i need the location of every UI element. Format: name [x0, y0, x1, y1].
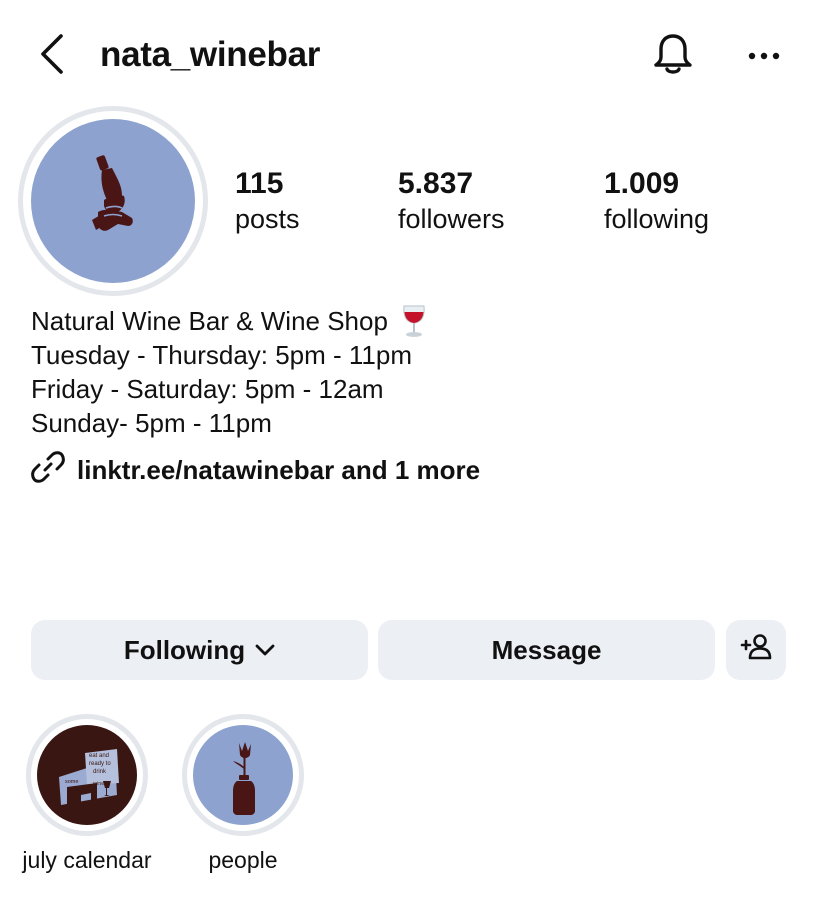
bio-line: Friday - Saturday: 5pm - 12am [31, 374, 384, 404]
following-stat[interactable]: 1.009 following [604, 166, 709, 236]
back-button[interactable] [28, 30, 76, 82]
link-icon [31, 450, 65, 489]
poster-text: ready to [89, 761, 111, 767]
chevron-left-icon [39, 33, 65, 79]
highlight-cover: eat and ready to drink some wine [37, 725, 137, 825]
following-count: 1.009 [604, 167, 680, 200]
add-person-icon [740, 633, 772, 668]
followers-stat[interactable]: 5.837 followers [398, 166, 505, 236]
profile-username: nata_winebar [100, 35, 321, 74]
suggested-people-button[interactable] [726, 620, 786, 680]
followers-count: 5.837 [398, 167, 474, 200]
bio-line: Natural Wine Bar & Wine Shop [31, 306, 388, 336]
profile-bio: Natural Wine Bar & Wine Shop Tuesday - T… [31, 304, 428, 440]
message-button-label: Message [491, 634, 602, 665]
highlight-label: people [208, 847, 278, 873]
following-label: following [604, 204, 710, 234]
bell-icon [653, 32, 693, 81]
posts-stat[interactable]: 115 posts [235, 166, 300, 236]
following-button[interactable]: Following [31, 620, 368, 680]
highlight-ring [182, 714, 304, 836]
chevron-down-icon [255, 643, 275, 657]
more-horizontal-icon [748, 47, 780, 65]
bio-link-text: linktr.ee/natawinebar and 1 more [77, 454, 481, 485]
message-button[interactable]: Message [378, 620, 715, 680]
following-button-label: Following [123, 634, 246, 665]
bio-line: Sunday- 5pm - 11pm [31, 408, 272, 438]
more-options-button[interactable] [738, 32, 790, 80]
profile-avatar[interactable] [18, 106, 208, 296]
posts-count: 115 [235, 167, 284, 200]
bio-link[interactable]: linktr.ee/natawinebar and 1 more [31, 450, 480, 489]
highlight-ring: eat and ready to drink some wine [26, 714, 148, 836]
wine-glass-icon [400, 304, 428, 338]
followers-label: followers [398, 204, 505, 234]
bio-line: Tuesday - Thursday: 5pm - 11pm [31, 340, 413, 370]
poster-text: drink [93, 769, 107, 775]
avatar-image [31, 119, 195, 283]
poster-text: eat and [89, 753, 109, 759]
highlight-july-calendar[interactable]: eat and ready to drink some wine july ca… [22, 714, 152, 874]
highlight-label: july calendar [22, 847, 152, 873]
notifications-button[interactable] [645, 28, 701, 84]
highlight-cover [193, 725, 293, 825]
wine-bottle-logo-icon [78, 154, 148, 249]
highlight-people[interactable]: people [178, 714, 308, 874]
posts-label: posts [235, 204, 300, 234]
poster-text: some [65, 779, 78, 785]
